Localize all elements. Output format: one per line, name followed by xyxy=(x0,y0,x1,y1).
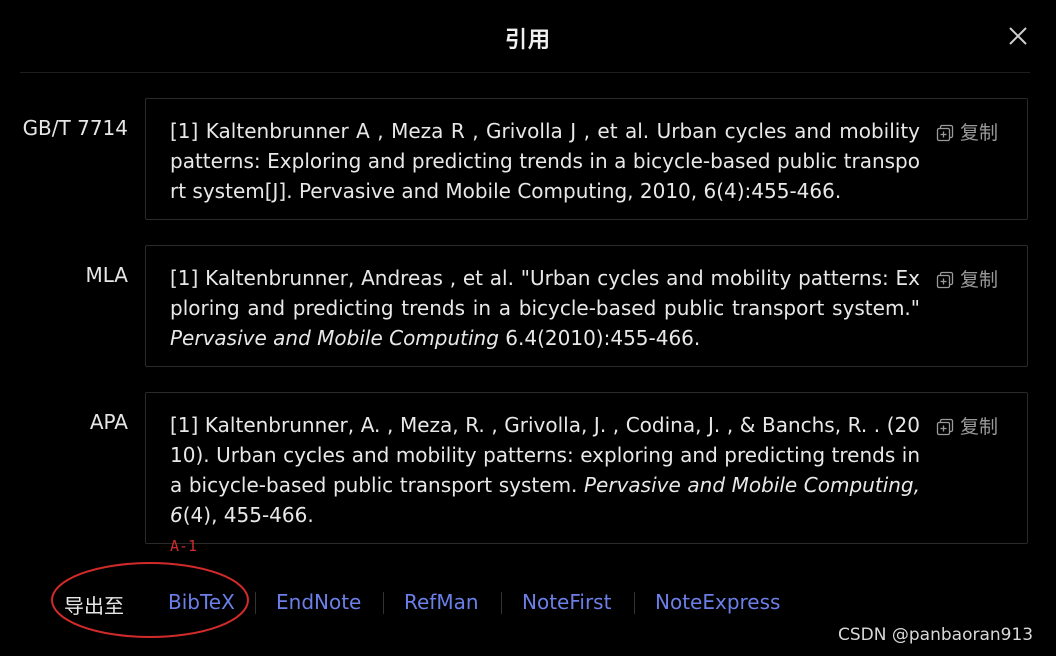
citation-text[interactable]: [1] Kaltenbrunner, A. , Meza, R. , Grivo… xyxy=(170,410,920,530)
copy-icon xyxy=(936,271,954,289)
link-separator xyxy=(383,592,384,614)
copy-icon xyxy=(936,418,954,436)
export-link-refman[interactable]: RefMan xyxy=(404,590,479,614)
export-label: 导出至 xyxy=(64,594,124,618)
citation-text[interactable]: [1] Kaltenbrunner A , Meza R , Grivolla … xyxy=(170,116,920,206)
copy-button[interactable]: 复制 xyxy=(936,118,998,145)
copy-button[interactable]: 复制 xyxy=(936,412,998,439)
export-link-endnote[interactable]: EndNote xyxy=(276,590,361,614)
citation-style-label: GB/T 7714 xyxy=(22,116,128,140)
citation-style-label: MLA xyxy=(85,263,128,287)
citation-journal: Pervasive and Mobile Computing xyxy=(170,326,499,350)
citation-text[interactable]: [1] Kaltenbrunner, Andreas , et al. "Urb… xyxy=(170,263,920,353)
citation-dialog: 引用 GB/T 7714 [1] Kaltenbrunner A , Meza … xyxy=(0,0,1056,656)
citation-text-part: 6.4(2010):455-466. xyxy=(498,326,701,350)
citation-box[interactable]: [1] Kaltenbrunner, A. , Meza, R. , Grivo… xyxy=(145,392,1028,544)
citation-text-part: (4), 455-466. xyxy=(182,503,314,527)
copy-icon xyxy=(936,124,954,142)
close-icon xyxy=(1009,27,1027,45)
copy-label: 复制 xyxy=(960,416,999,438)
annotation-label: A-1 xyxy=(170,537,198,555)
export-link-bibtex[interactable]: BibTeX xyxy=(168,590,235,614)
citation-box[interactable]: [1] Kaltenbrunner, Andreas , et al. "Urb… xyxy=(145,245,1028,367)
citation-style-label: APA xyxy=(89,410,128,434)
link-separator xyxy=(255,592,256,614)
citation-text-part: [1] Kaltenbrunner, Andreas , et al. "Urb… xyxy=(170,266,920,320)
link-separator xyxy=(634,592,635,614)
title-divider xyxy=(20,72,1030,73)
close-button[interactable] xyxy=(1004,22,1032,50)
watermark: CSDN @panbaoran913 xyxy=(838,625,1034,645)
copy-label: 复制 xyxy=(960,269,999,291)
dialog-title: 引用 xyxy=(504,28,551,53)
citation-box[interactable]: [1] Kaltenbrunner A , Meza R , Grivolla … xyxy=(145,98,1028,220)
export-row: 导出至 BibTeX EndNote RefMan NoteFirst Note… xyxy=(0,584,1056,620)
export-link-noteexpress[interactable]: NoteExpress xyxy=(655,590,780,614)
copy-label: 复制 xyxy=(960,122,999,144)
export-link-notefirst[interactable]: NoteFirst xyxy=(522,590,611,614)
copy-button[interactable]: 复制 xyxy=(936,265,998,292)
link-separator xyxy=(501,592,502,614)
